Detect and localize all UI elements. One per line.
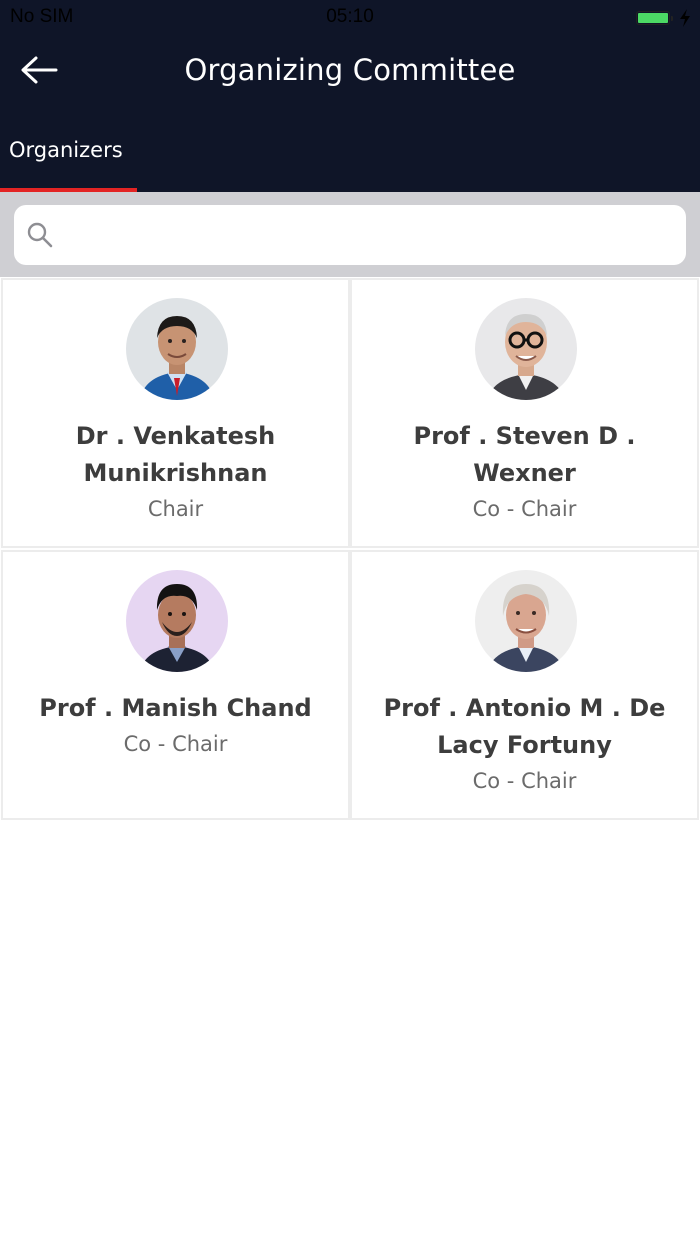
- organizer-name-text: Prof . Steven D . Wexner: [413, 422, 636, 487]
- organizer-name-text: Prof . Antonio M . De Lacy Fortuny: [383, 694, 666, 759]
- charging-bolt-icon: [680, 9, 690, 27]
- app-header: No SIM 05:10 Organizing Committee Organi…: [0, 0, 700, 192]
- organizer-card[interactable]: Dr . Venkatesh Munikrishnan Chair: [1, 278, 350, 548]
- organizer-role: Chair: [147, 497, 204, 521]
- organizer-role: Co - Chair: [472, 769, 577, 793]
- organizer-name-text: Dr . Venkatesh Munikrishnan: [75, 422, 276, 487]
- avatar: [475, 570, 577, 672]
- avatar: [475, 298, 577, 400]
- organizer-card[interactable]: Prof . Manish Chand Co - Chair: [1, 550, 350, 820]
- search-input[interactable]: [66, 205, 666, 265]
- search-icon: [27, 222, 53, 248]
- organizer-name: Dr . Venkatesh Munikrishnan Chair: [13, 418, 338, 526]
- organizer-role: Co - Chair: [123, 732, 228, 756]
- search-bar: [0, 192, 700, 277]
- organizer-card[interactable]: Prof . Antonio M . De Lacy Fortuny Co - …: [350, 550, 699, 820]
- organizer-name: Prof . Manish Chand Co - Chair: [13, 690, 338, 761]
- organizer-name: Prof . Steven D . Wexner Co - Chair: [362, 418, 687, 526]
- organizer-name-text: Prof . Manish Chand: [39, 694, 312, 722]
- avatar: [126, 570, 228, 672]
- organizer-role: Co - Chair: [472, 497, 577, 521]
- status-time: 05:10: [326, 6, 374, 27]
- search-box[interactable]: [14, 205, 686, 265]
- tab-organizers[interactable]: Organizers: [0, 122, 137, 192]
- organizer-card[interactable]: Prof . Steven D . Wexner Co - Chair: [350, 278, 699, 548]
- status-bar: No SIM 05:10: [0, 0, 700, 36]
- page-title: Organizing Committee: [184, 53, 516, 87]
- organizer-name: Prof . Antonio M . De Lacy Fortuny Co - …: [362, 690, 687, 798]
- tab-label: Organizers: [9, 138, 123, 162]
- avatar: [126, 298, 228, 400]
- battery-icon: [636, 11, 673, 25]
